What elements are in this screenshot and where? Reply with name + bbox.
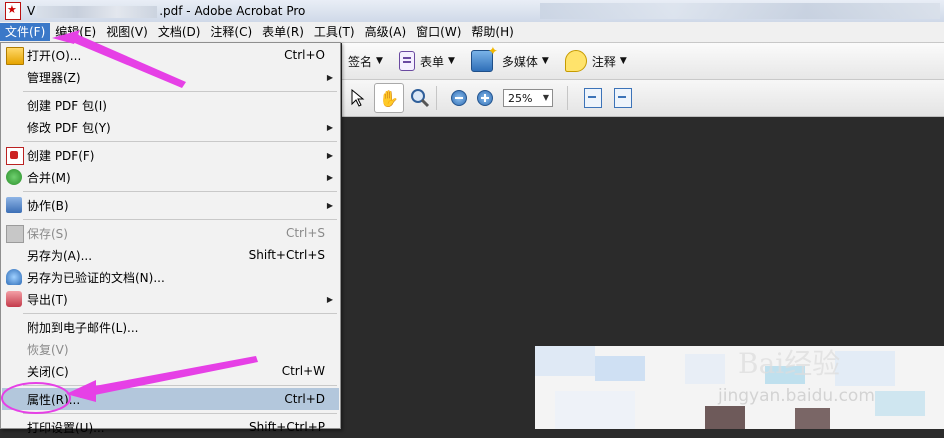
menu-item-print-setup[interactable]: 打印设置(U)... Shift+Ctrl+P bbox=[2, 416, 339, 438]
hand-tool-button[interactable]: ✋ bbox=[374, 83, 404, 113]
export-icon bbox=[6, 291, 22, 307]
submenu-arrow-icon: ▶ bbox=[326, 122, 333, 132]
menu-item-save[interactable]: 保存(S) Ctrl+S bbox=[2, 222, 339, 244]
window-title: V .pdf - Adobe Acrobat Pro bbox=[27, 4, 306, 18]
fit-width-button[interactable] bbox=[584, 88, 602, 108]
menu-comments[interactable]: 注释(C) bbox=[205, 23, 257, 41]
menu-forms[interactable]: 表单(R) bbox=[257, 23, 309, 41]
menu-tools[interactable]: 工具(T) bbox=[309, 23, 360, 41]
forms-button[interactable]: 表单 ▼ bbox=[398, 51, 455, 71]
tasks-toolbar: 签名▼ 表单▼ 多媒体▼ 注释▼ bbox=[342, 43, 944, 80]
chevron-down-icon: ▼ bbox=[447, 56, 455, 66]
form-icon bbox=[398, 51, 415, 71]
blurred-filename bbox=[37, 5, 158, 18]
submenu-arrow-icon: ▶ bbox=[326, 200, 333, 210]
hand-icon: ✋ bbox=[379, 88, 399, 108]
chevron-down-icon: ▼ bbox=[541, 56, 549, 66]
zoom-in-button[interactable] bbox=[477, 90, 493, 106]
comment-label: 注释 bbox=[591, 54, 616, 69]
folder-icon bbox=[6, 47, 24, 65]
menu-separator bbox=[23, 313, 337, 314]
menu-item-close[interactable]: 关闭(C) Ctrl+W bbox=[2, 360, 339, 382]
chevron-down-icon: ▼ bbox=[376, 56, 383, 66]
zoom-out-button[interactable] bbox=[451, 90, 467, 106]
menu-item-create-pdf[interactable]: 创建 PDF(F) ▶ bbox=[2, 144, 339, 166]
multimedia-icon bbox=[470, 44, 498, 72]
acrobat-app-icon bbox=[5, 2, 21, 20]
marquee-zoom-button[interactable] bbox=[408, 86, 432, 110]
toolbar-separator bbox=[436, 86, 437, 110]
menu-window[interactable]: 窗口(W) bbox=[411, 23, 466, 41]
menu-item-save-as-certified[interactable]: 另存为已验证的文档(N)... bbox=[2, 266, 339, 288]
menu-item-revert[interactable]: 恢复(V) bbox=[2, 338, 339, 360]
menu-item-attach-to-email[interactable]: 附加到电子邮件(L)... bbox=[2, 316, 339, 338]
menu-item-create-pdf-package[interactable]: 创建 PDF 包(I) bbox=[2, 94, 339, 116]
submenu-arrow-icon: ▶ bbox=[326, 72, 333, 82]
menu-item-export[interactable]: 导出(T) ▶ bbox=[2, 288, 339, 310]
select-tool-button[interactable] bbox=[346, 86, 370, 110]
sign-label: 签名 bbox=[348, 54, 373, 69]
menu-document[interactable]: 文档(D) bbox=[153, 23, 206, 41]
menu-separator bbox=[23, 413, 337, 414]
menu-item-save-as[interactable]: 另存为(A)... Shift+Ctrl+S bbox=[2, 244, 339, 266]
menu-bar: 文件(F) 编辑(E) 视图(V) 文档(D) 注释(C) 表单(R) 工具(T… bbox=[0, 22, 944, 43]
menu-item-combine[interactable]: 合并(M) ▶ bbox=[2, 166, 339, 188]
multimedia-label: 多媒体 bbox=[501, 54, 538, 69]
menu-separator bbox=[23, 385, 337, 386]
navigation-toolbar: ✋ 25% ▼ bbox=[342, 80, 944, 117]
menu-edit[interactable]: 编辑(E) bbox=[50, 23, 101, 41]
menu-file[interactable]: 文件(F) bbox=[0, 23, 51, 41]
menu-view[interactable]: 视图(V) bbox=[101, 23, 153, 41]
menu-separator bbox=[23, 141, 337, 142]
submenu-arrow-icon: ▶ bbox=[326, 294, 333, 304]
menu-separator bbox=[23, 91, 337, 92]
menu-item-modify-pdf-package[interactable]: 修改 PDF 包(Y) ▶ bbox=[2, 116, 339, 138]
blurred-taskbar-area bbox=[540, 3, 940, 19]
menu-advanced[interactable]: 高级(A) bbox=[360, 23, 412, 41]
chevron-down-icon[interactable]: ▼ bbox=[540, 90, 552, 106]
forms-label: 表单 bbox=[419, 54, 444, 69]
multimedia-button[interactable]: 多媒体▼ bbox=[470, 44, 549, 72]
magnifier-icon bbox=[411, 89, 430, 108]
file-menu-dropdown: 打开(O)... Ctrl+O 管理器(Z) ▶ 创建 PDF 包(I) 修改 … bbox=[0, 42, 341, 435]
fit-page-button[interactable] bbox=[614, 88, 632, 108]
baidu-watermark: Bai经验 bbox=[738, 347, 841, 380]
menu-item-organizer[interactable]: 管理器(Z) ▶ bbox=[2, 66, 339, 88]
title-bar: V.pdf - Adobe Acrobat Pro bbox=[0, 0, 944, 23]
menu-separator bbox=[23, 219, 337, 220]
comment-icon bbox=[564, 50, 587, 72]
submenu-arrow-icon: ▶ bbox=[326, 150, 333, 160]
baidu-watermark-url: jingyan.baidu.com bbox=[718, 386, 875, 406]
comment-button[interactable]: 注释 ▼ bbox=[564, 50, 627, 72]
cursor-arrow-icon bbox=[351, 89, 365, 107]
save-icon bbox=[6, 225, 24, 243]
create-pdf-icon bbox=[6, 147, 24, 165]
menu-help[interactable]: 帮助(H) bbox=[466, 23, 518, 41]
zoom-level-value: 25% bbox=[508, 92, 533, 105]
certified-document-icon bbox=[6, 269, 22, 285]
collaborate-icon bbox=[6, 197, 22, 213]
sign-button[interactable]: 签名 ▼ bbox=[348, 53, 383, 70]
menu-item-open[interactable]: 打开(O)... Ctrl+O bbox=[2, 44, 339, 66]
zoom-level-field[interactable]: 25% ▼ bbox=[503, 89, 553, 107]
menu-item-collaborate[interactable]: 协作(B) ▶ bbox=[2, 194, 339, 216]
chevron-down-icon: ▼ bbox=[619, 56, 627, 66]
submenu-arrow-icon: ▶ bbox=[326, 172, 333, 182]
toolbar-separator bbox=[567, 86, 568, 110]
combine-icon bbox=[6, 169, 22, 185]
menu-item-properties[interactable]: 属性(R)... Ctrl+D bbox=[2, 388, 339, 410]
menu-separator bbox=[23, 191, 337, 192]
